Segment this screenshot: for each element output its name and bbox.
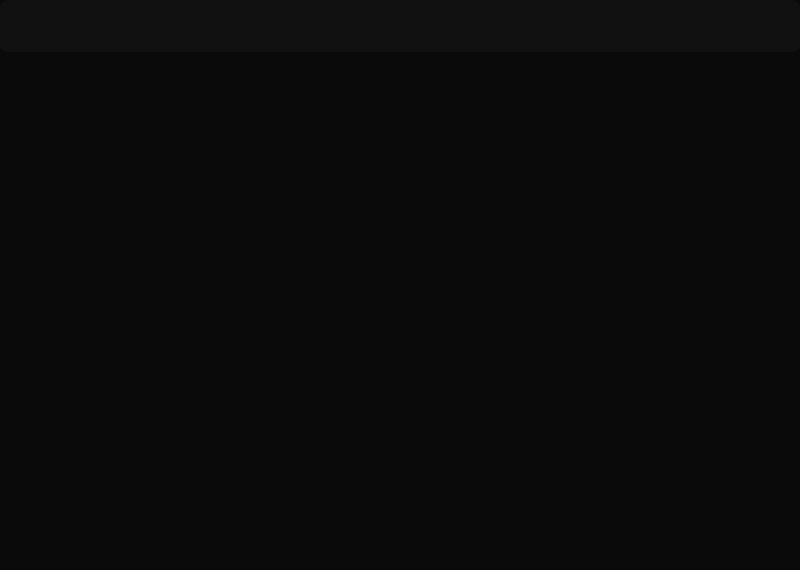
menu-icon[interactable] <box>762 0 780 12</box>
link-validation-dialog: Link Validation A link is opened. This c… <box>94 40 766 52</box>
tv-brand-logo: LG <box>392 31 407 44</box>
bg-counter-chip: s (1/3) <box>20 32 62 48</box>
tv-screen: s (1/3) FORKPLAY Link Validation A link … <box>0 0 800 52</box>
